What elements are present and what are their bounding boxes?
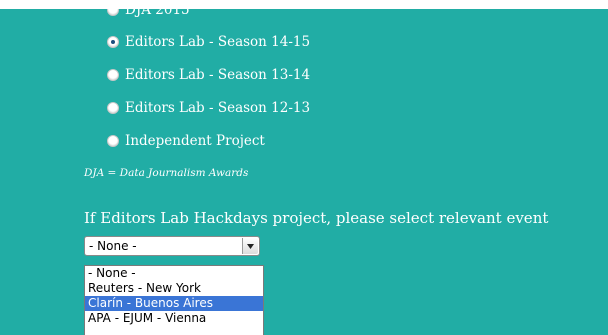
chevron-down-icon (247, 243, 254, 249)
event-question-label: If Editors Lab Hackdays project, please … (84, 209, 549, 227)
event-select[interactable]: - None - (84, 236, 260, 256)
dropdown-option-none[interactable]: - None - (85, 266, 263, 281)
radio-button[interactable] (107, 69, 119, 81)
radio-button[interactable] (107, 102, 119, 114)
dropdown-option-clarin-buenos-aires[interactable]: Clarín - Buenos Aires (85, 296, 263, 311)
radio-option-editors-lab-13-14[interactable]: Editors Lab - Season 13-14 (107, 65, 310, 85)
dja-footnote: DJA = Data Journalism Awards (84, 167, 249, 179)
radio-label: Editors Lab - Season 13-14 (125, 67, 311, 83)
event-select-value: - None - (89, 239, 137, 253)
radio-label: Editors Lab - Season 12-13 (125, 100, 311, 116)
radio-option-editors-lab-14-15[interactable]: Editors Lab - Season 14-15 (107, 32, 310, 52)
dropdown-option-reuters-new-york[interactable]: Reuters - New York (85, 281, 263, 296)
radio-option-editors-lab-12-13[interactable]: Editors Lab - Season 12-13 (107, 98, 310, 118)
radio-button[interactable] (107, 135, 119, 147)
dropdown-option-apa-ejum-vienna[interactable]: APA - EJUM - Vienna (85, 311, 263, 326)
radio-option-dja[interactable]: DJA 2015 (107, 9, 190, 20)
form-panel: DJA 2015 Editors Lab - Season 14-15 Edit… (0, 9, 608, 335)
radio-option-independent-project[interactable]: Independent Project (107, 131, 265, 151)
radio-button-checked[interactable] (107, 36, 119, 48)
radio-button[interactable] (107, 9, 119, 16)
event-dropdown-list: - None - Reuters - New York Clarín - Bue… (84, 265, 264, 335)
radio-label: Editors Lab - Season 14-15 (125, 34, 311, 50)
radio-label: Independent Project (125, 133, 265, 149)
radio-label: DJA 2015 (125, 9, 190, 18)
dropdown-arrow-button[interactable] (242, 238, 258, 254)
